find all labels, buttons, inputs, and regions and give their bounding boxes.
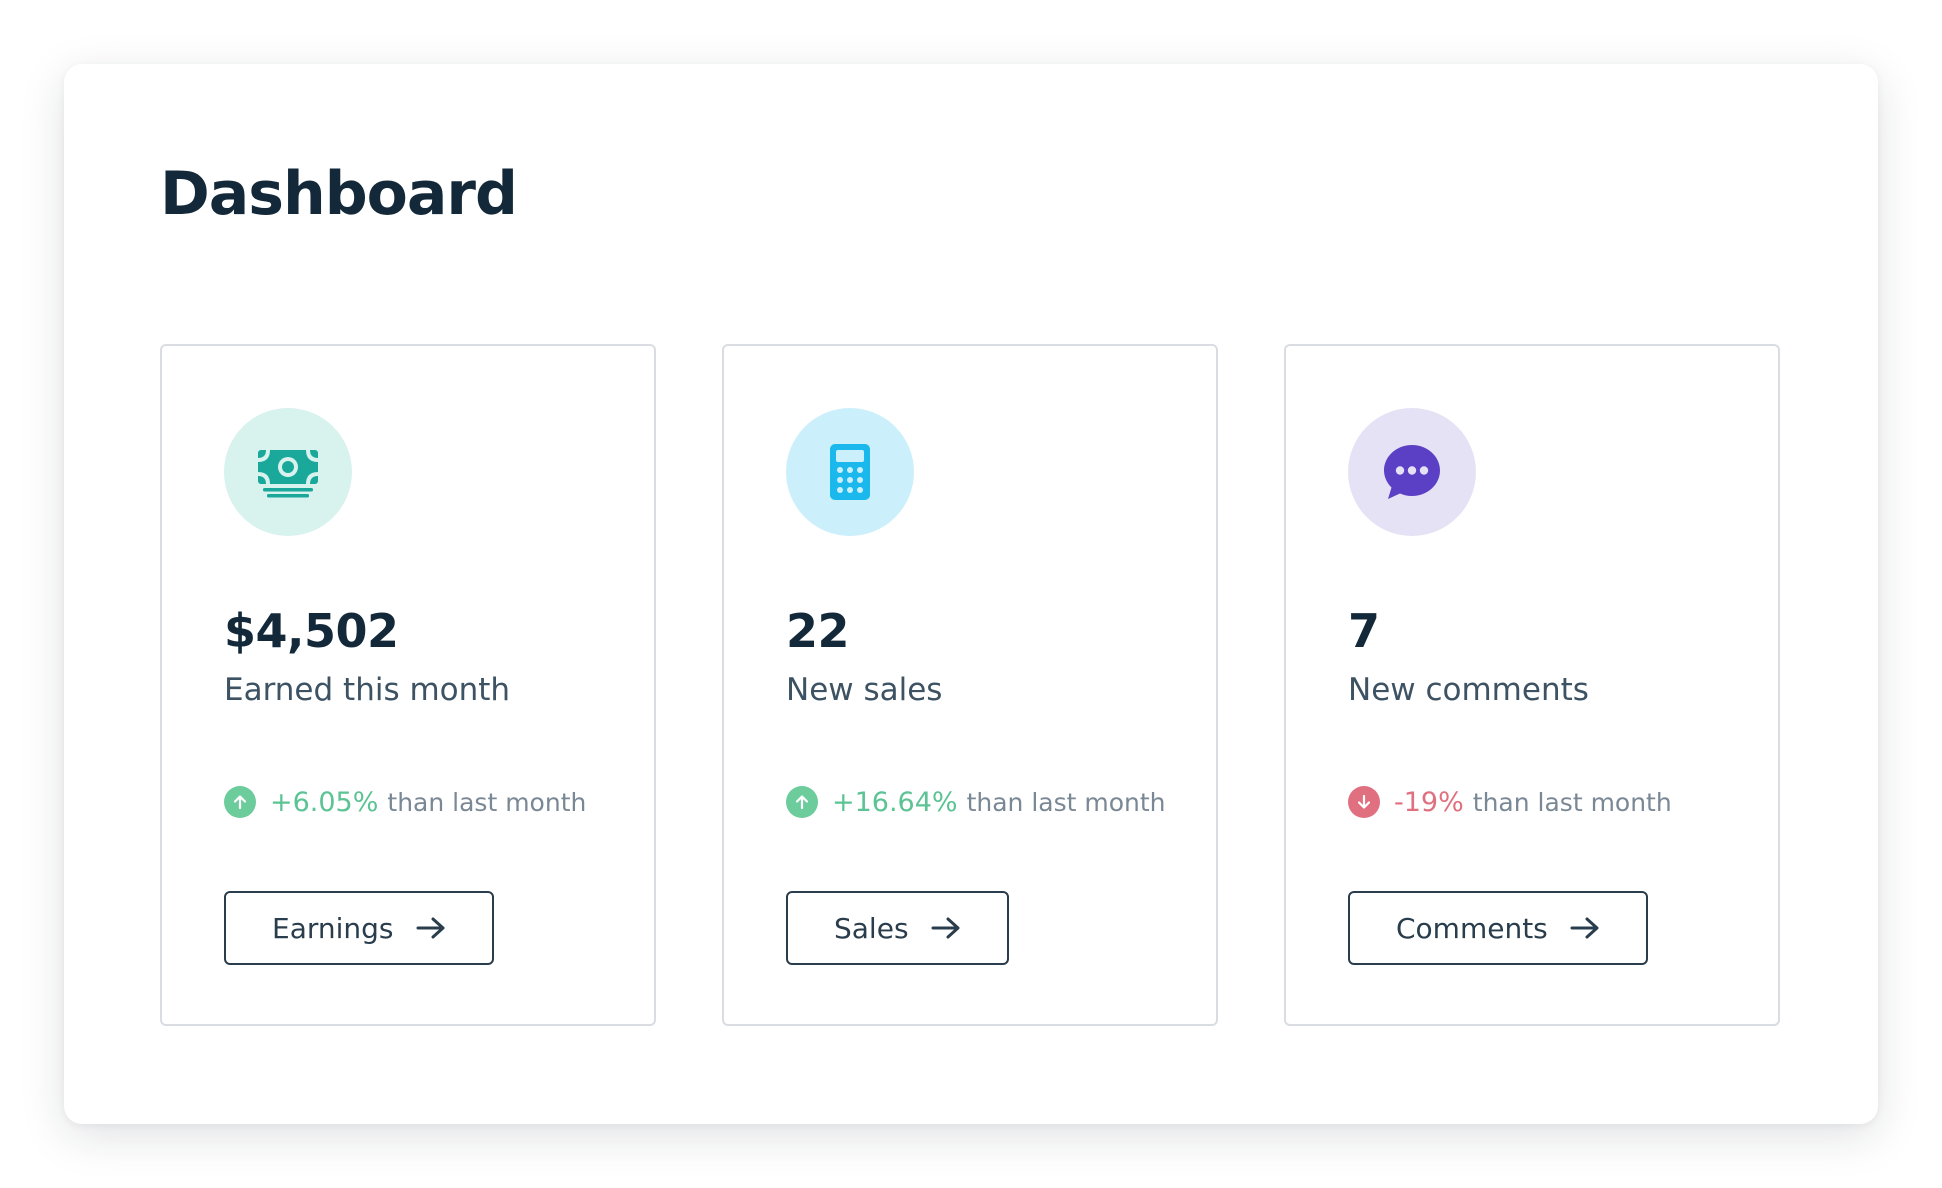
page-title: Dashboard xyxy=(160,159,518,229)
trend-indicator: -19% than last month xyxy=(1348,786,1672,818)
arrow-up-icon xyxy=(224,786,256,818)
trend-value: -19% xyxy=(1394,786,1464,818)
arrow-down-icon xyxy=(1348,786,1380,818)
trend-value: +6.05% xyxy=(270,786,379,818)
trend-value: +16.64% xyxy=(832,786,958,818)
chat-bubble-icon-badge xyxy=(1348,408,1476,536)
trend-indicator: +6.05% than last month xyxy=(224,786,586,818)
metric-label: New sales xyxy=(786,672,943,708)
trend-suffix: than last month xyxy=(1472,787,1672,817)
comments-button[interactable]: Comments xyxy=(1348,891,1648,965)
stat-card-sales: 22 New sales +16.64% than last month Sal… xyxy=(722,344,1218,1026)
money-icon xyxy=(258,450,318,498)
arrow-right-icon xyxy=(1570,916,1600,940)
metric-label: New comments xyxy=(1348,672,1589,708)
trend-suffix: than last month xyxy=(966,787,1166,817)
calculator-icon-badge xyxy=(786,408,914,536)
stat-card-comments: 7 New comments -19% than last month Comm… xyxy=(1284,344,1780,1026)
button-label: Earnings xyxy=(272,911,394,945)
money-icon-badge xyxy=(224,408,352,536)
stat-card-earnings: $4,502 Earned this month +6.05% than las… xyxy=(160,344,656,1026)
calculator-icon xyxy=(830,444,870,500)
metric-value: 7 xyxy=(1348,604,1380,658)
arrow-up-icon xyxy=(786,786,818,818)
sales-button[interactable]: Sales xyxy=(786,891,1009,965)
metric-label: Earned this month xyxy=(224,672,511,708)
dashboard-panel: Dashboard $4,502 Earned this month +6.05… xyxy=(64,64,1878,1124)
trend-indicator: +16.64% than last month xyxy=(786,786,1166,818)
chat-bubble-icon xyxy=(1384,445,1440,499)
trend-suffix: than last month xyxy=(387,787,587,817)
earnings-button[interactable]: Earnings xyxy=(224,891,494,965)
stat-cards: $4,502 Earned this month +6.05% than las… xyxy=(160,344,1780,1026)
metric-value: 22 xyxy=(786,604,850,658)
button-label: Comments xyxy=(1396,911,1548,945)
metric-value: $4,502 xyxy=(224,604,399,658)
button-label: Sales xyxy=(834,911,909,945)
arrow-right-icon xyxy=(931,916,961,940)
arrow-right-icon xyxy=(416,916,446,940)
